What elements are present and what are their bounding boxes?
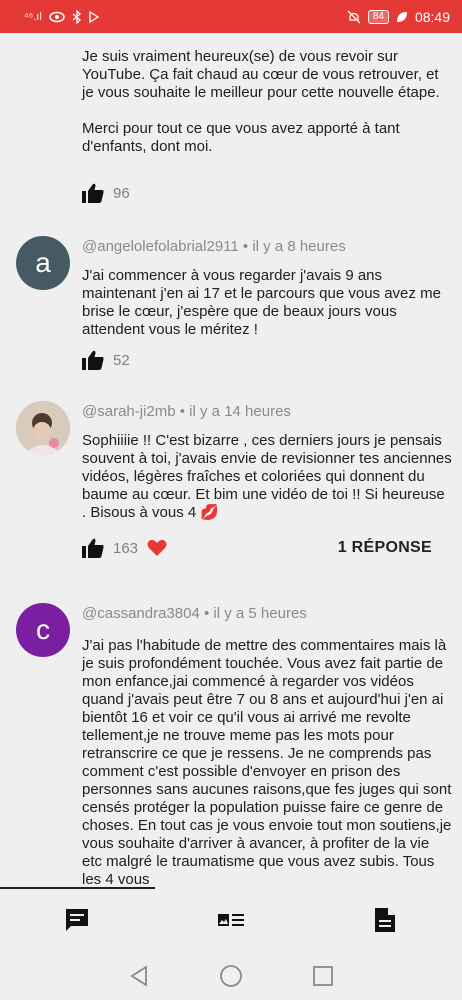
description-icon [218, 914, 244, 926]
heart-icon [147, 539, 167, 556]
comment-author[interactable]: @angelolefolabrial2911 [82, 238, 239, 255]
comment-author[interactable]: @cassandra3804 [82, 605, 200, 622]
like-count: 52 [113, 351, 130, 369]
comment-text: J'ai pas l'habitude de mettre des commen… [82, 637, 452, 886]
avatar[interactable] [16, 401, 70, 455]
home-button[interactable] [219, 964, 243, 988]
comment-time: • il y a 8 heures [242, 238, 346, 255]
thumb-up-icon[interactable] [82, 538, 104, 558]
comment-icon [66, 909, 88, 931]
bluetooth-icon [72, 9, 81, 24]
profile-photo-icon [16, 401, 70, 455]
tab-comments[interactable] [47, 900, 107, 940]
status-icons-left: ⁴⁶.ıl [24, 9, 99, 24]
avatar[interactable]: c [16, 603, 70, 657]
comment-actions: 163 [82, 538, 167, 558]
comment-text: J'ai commencer à vous regarder j'avais 9… [82, 267, 441, 338]
comment-actions: 96 [82, 183, 130, 203]
comment-text: Sophiiiie !! C'est bizarre , ces dernier… [82, 432, 452, 521]
comment-time: • il y a 5 heures [203, 605, 307, 622]
status-icons-right: 84 08:49 [347, 9, 450, 25]
document-icon [375, 908, 395, 932]
like-count: 96 [113, 184, 130, 202]
system-nav-bar [0, 951, 462, 1000]
tab-description[interactable] [201, 900, 261, 940]
home-icon [220, 964, 242, 987]
avatar-letter: c [36, 614, 50, 645]
comment-header: @cassandra3804 • il y a 5 heures [82, 605, 307, 622]
comments-feed[interactable]: Je suis vraiment heureux(se) de vous rev… [0, 33, 462, 886]
like-count: 163 [113, 539, 139, 557]
thumb-up-icon[interactable] [82, 350, 104, 370]
back-button[interactable] [127, 964, 151, 988]
battery-indicator: 84 [367, 9, 389, 24]
replies-button[interactable]: 1 RÉPONSE [338, 539, 432, 557]
clock: 08:49 [414, 8, 450, 25]
comment-header: @sarah-ji2mb • il y a 14 heures [82, 403, 291, 420]
signal-icon: ⁴⁶.ıl [24, 10, 42, 23]
avatar-letter: a [35, 247, 51, 278]
comment-text: Je suis vraiment heureux(se) de vous rev… [82, 48, 440, 155]
back-icon [130, 964, 147, 987]
status-bar: ⁴⁶.ıl 84 08:49 [0, 0, 462, 33]
recents-icon [313, 965, 333, 986]
play-icon [89, 10, 99, 23]
bottom-tabs [0, 889, 462, 951]
comment-actions: 52 [82, 350, 130, 370]
comment-time: • il y a 14 heures [179, 403, 291, 420]
recents-button[interactable] [311, 964, 335, 988]
comment-header: @angelolefolabrial2911 • il y a 8 heures [82, 238, 346, 255]
tab-document[interactable] [355, 900, 415, 940]
eye-icon [49, 11, 65, 22]
avatar[interactable]: a [16, 236, 70, 290]
leaf-icon [396, 11, 407, 22]
mute-icon [347, 10, 361, 23]
comment-author[interactable]: @sarah-ji2mb [82, 403, 176, 420]
thumb-up-icon[interactable] [82, 183, 104, 203]
